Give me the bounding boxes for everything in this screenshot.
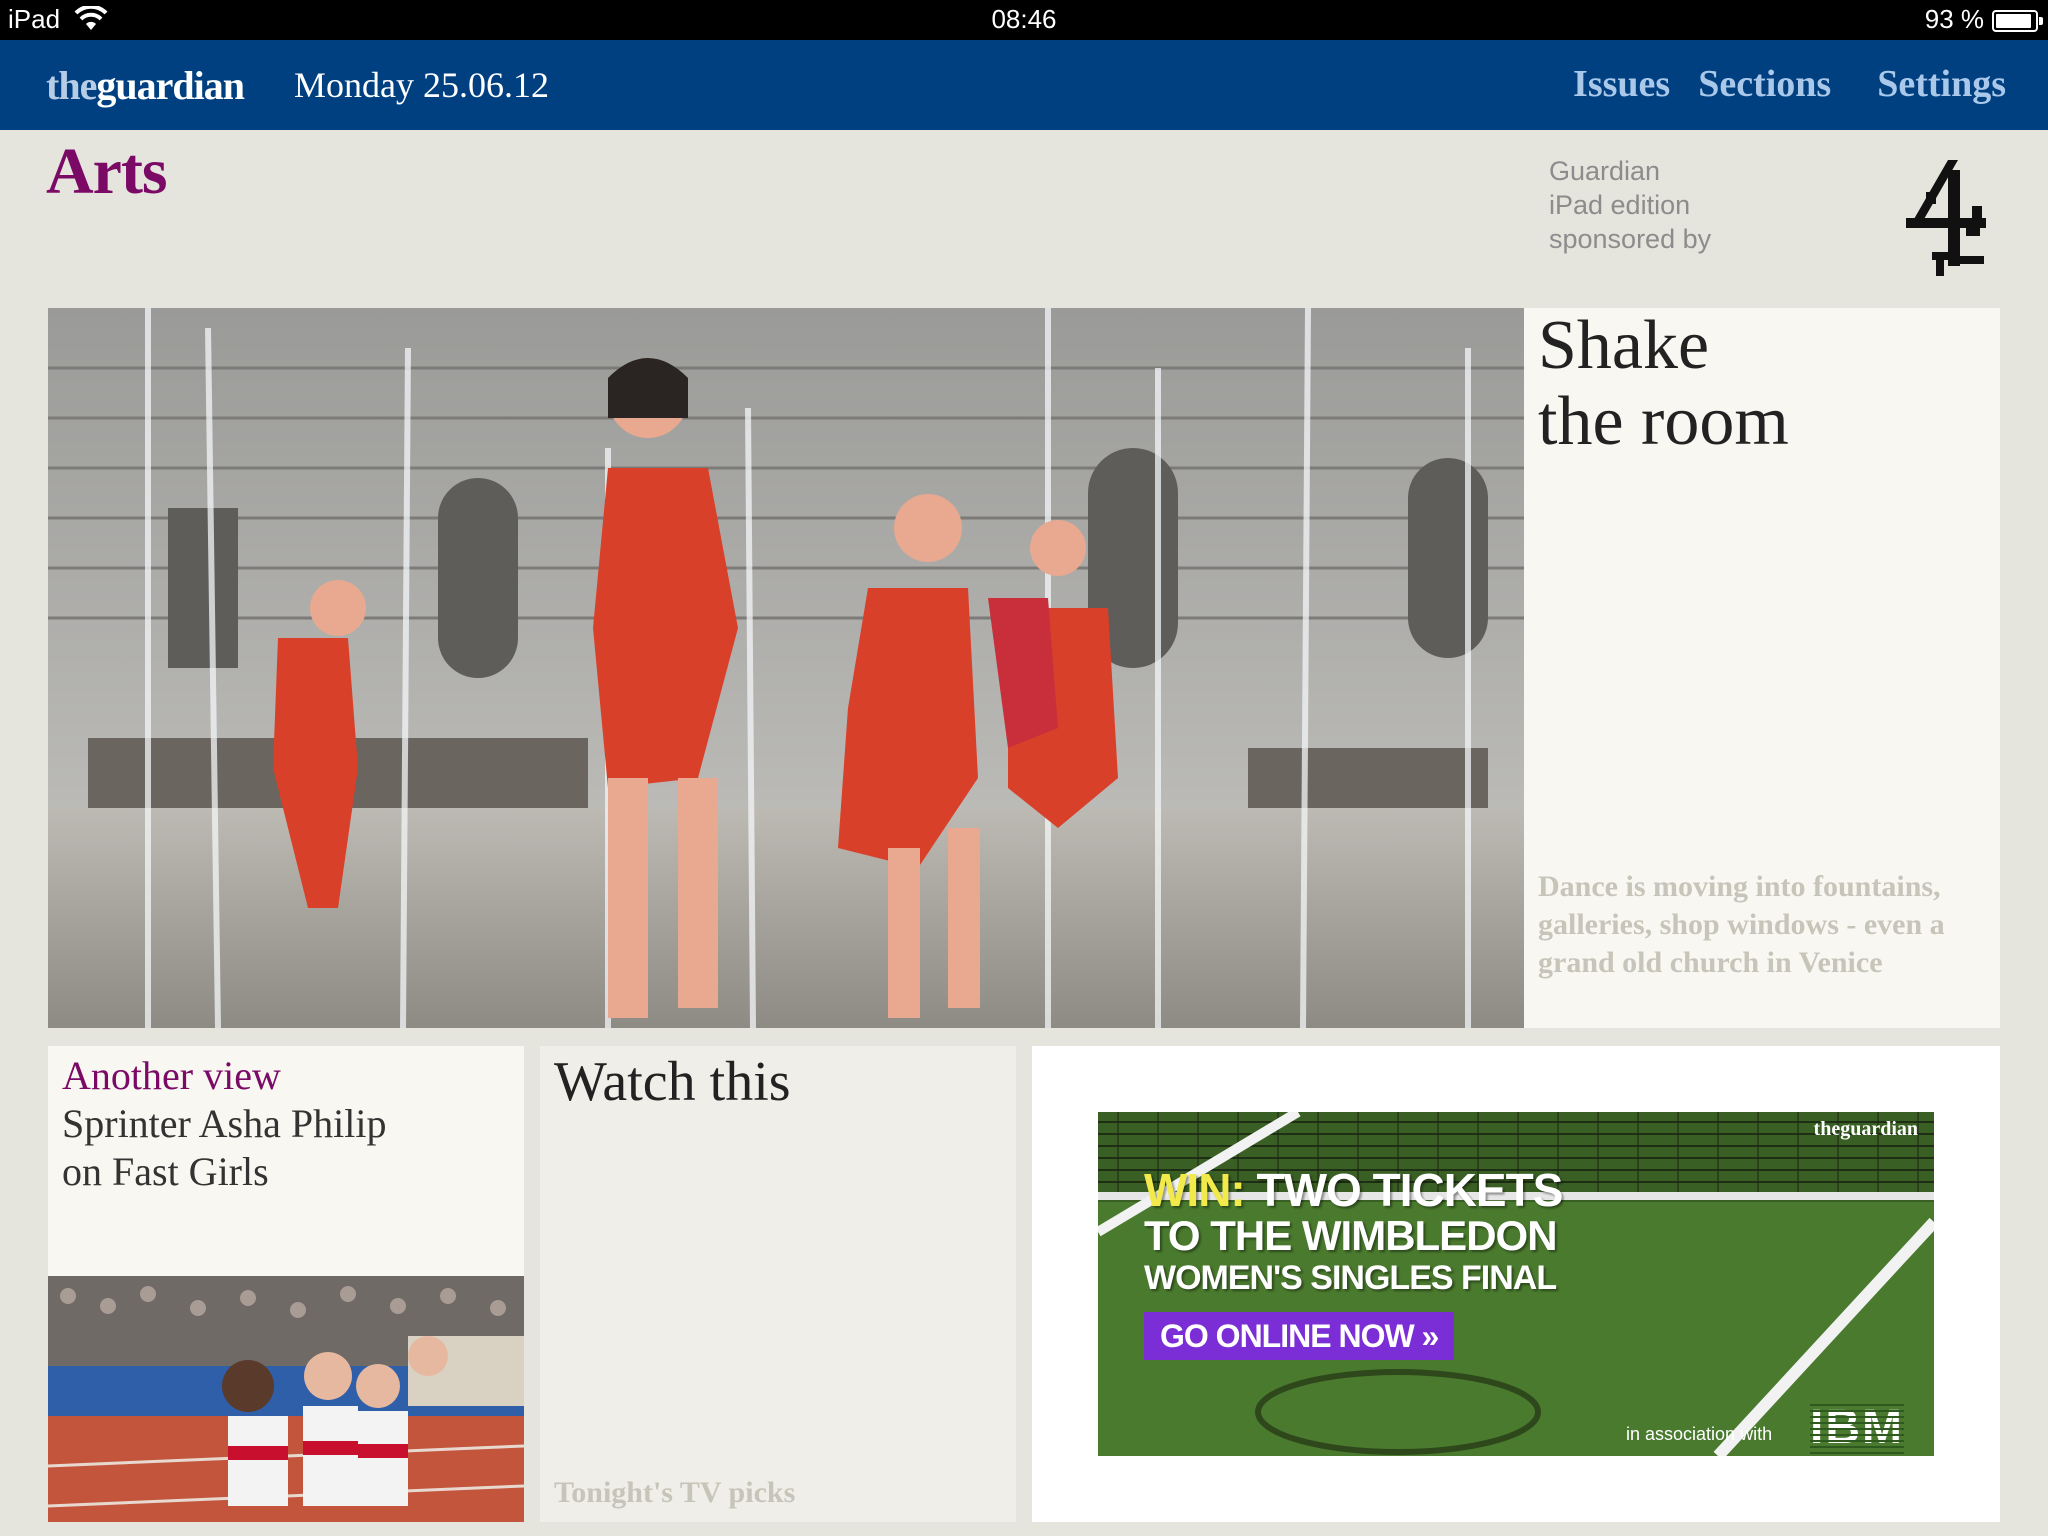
battery-icon xyxy=(1992,10,2043,32)
ad-cta-button[interactable]: GO ONLINE NOW » xyxy=(1144,1312,1455,1360)
ad-association-text: in association with xyxy=(1626,1424,1773,1444)
nav-settings-button[interactable]: Settings xyxy=(1877,62,2006,106)
sprinters-photo xyxy=(48,1276,524,1522)
ad-headline: WIN: TWO TICKETS TO THE WIMBLEDON WOMEN'… xyxy=(1144,1164,1563,1297)
status-time: 08:46 xyxy=(991,4,1057,34)
ibm-logo: IBM xyxy=(1810,1400,1904,1455)
watch-this-subtitle: Tonight's TV picks xyxy=(554,1476,796,1509)
nav-issues-button[interactable]: Issues xyxy=(1573,62,1670,106)
feature-headline: Shake the room xyxy=(1538,307,1789,460)
dancers-fountain-image xyxy=(48,308,1524,1028)
ad-guardian-logo: theguardian xyxy=(1813,1118,1918,1140)
header-nav: Issues Sections Settings xyxy=(1573,62,2006,106)
battery-percent: 93 % xyxy=(1924,4,1984,34)
app-header: theguardian Monday 25.06.12 Issues Secti… xyxy=(0,40,2048,130)
feature-standfirst: Dance is moving into fountains, gallerie… xyxy=(1538,870,1945,979)
watch-this-title: Watch this xyxy=(554,1051,791,1113)
feature-text-panel[interactable]: Shake the room Dance is moving into foun… xyxy=(1524,308,2000,1028)
another-view-card[interactable]: Another view Sprinter Asha Philip on Fas… xyxy=(48,1046,524,1522)
advert-container: theguardian WIN: TWO TICKETS TO THE WIMB… xyxy=(1032,1046,2000,1522)
channel-4-logo-icon xyxy=(1906,160,1986,276)
guardian-logo[interactable]: theguardian xyxy=(46,62,245,109)
watch-this-card[interactable]: Watch this Tonight's TV picks xyxy=(540,1046,1016,1522)
edition-date: Monday 25.06.12 xyxy=(294,65,549,105)
nav-sections-button[interactable]: Sections xyxy=(1698,62,1831,106)
feature-photo[interactable] xyxy=(48,308,1524,1028)
wimbledon-ad-banner[interactable]: theguardian WIN: TWO TICKETS TO THE WIMB… xyxy=(1098,1112,1934,1456)
section-title: Arts xyxy=(46,135,168,208)
another-view-kicker: Another view xyxy=(62,1053,281,1098)
sponsor-text: Guardian iPad edition sponsored by xyxy=(1549,156,1712,254)
another-view-subline: Sprinter Asha Philip on Fast Girls xyxy=(62,1101,387,1194)
status-bar: iPad 08:46 93 % xyxy=(0,0,2048,40)
sprinters-image xyxy=(48,1276,524,1522)
